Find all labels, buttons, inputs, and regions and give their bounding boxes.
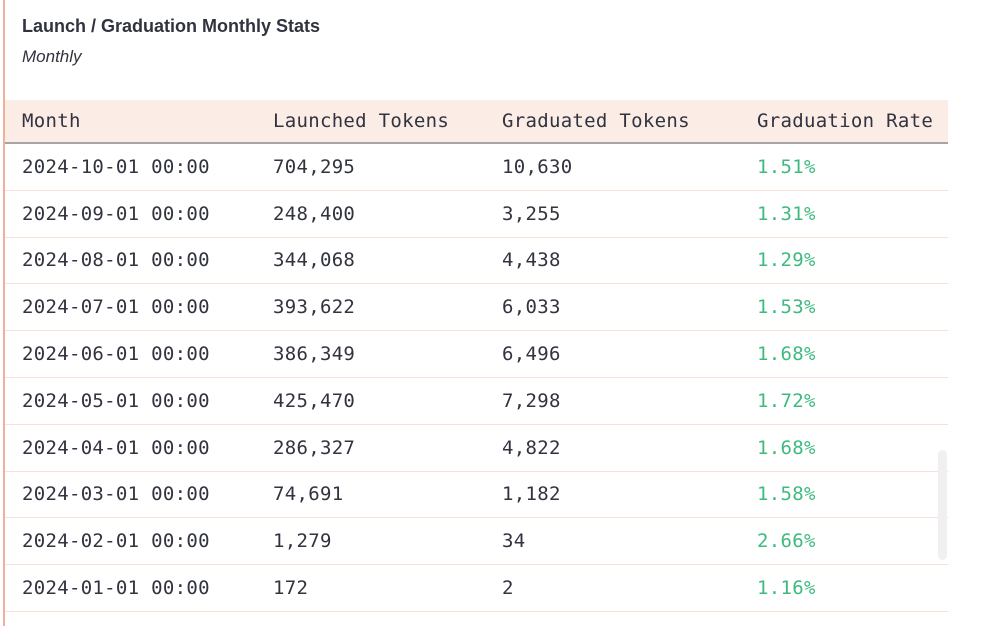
launched-tokens-cell: 425,470 (273, 377, 502, 424)
launched-tokens-cell: 344,068 (273, 237, 502, 284)
column-header-month: Month (5, 100, 273, 143)
graduation-rate-cell: 1.53% (757, 284, 948, 331)
launched-tokens-cell: 74,691 (273, 471, 502, 518)
month-cell: 2024-01-01 00:00 (5, 565, 273, 612)
graduation-rate-cell: 1.68% (757, 331, 948, 378)
graduated-tokens-cell: 4,438 (502, 237, 757, 284)
launched-tokens-cell: 704,295 (273, 143, 502, 190)
table-row: 2024-06-01 00:00386,3496,4961.68% (5, 331, 948, 378)
graduation-rate-cell: 1.58% (757, 471, 948, 518)
table-row: 2024-07-01 00:00393,6226,0331.53% (5, 284, 948, 331)
graduated-tokens-cell: 7,298 (502, 377, 757, 424)
month-cell: 2024-06-01 00:00 (5, 331, 273, 378)
monthly-stats-table: MonthLaunched TokensGraduated TokensGrad… (5, 100, 948, 612)
graduated-tokens-cell: 6,033 (502, 284, 757, 331)
launched-tokens-cell: 393,622 (273, 284, 502, 331)
page-title: Launch / Graduation Monthly Stats (22, 13, 320, 39)
graduation-rate-cell: 1.68% (757, 424, 948, 471)
column-header-launched-tokens: Launched Tokens (273, 100, 502, 143)
month-cell: 2024-02-01 00:00 (5, 518, 273, 565)
month-cell: 2024-10-01 00:00 (5, 143, 273, 190)
column-header-graduated-tokens: Graduated Tokens (502, 100, 757, 143)
panel-header: Launch / Graduation Monthly Stats Monthl… (22, 13, 320, 69)
graduation-rate-cell: 1.51% (757, 143, 948, 190)
graduated-tokens-cell: 10,630 (502, 143, 757, 190)
table-row: 2024-03-01 00:0074,6911,1821.58% (5, 471, 948, 518)
graduation-rate-cell: 1.31% (757, 190, 948, 237)
table-header-row: MonthLaunched TokensGraduated TokensGrad… (5, 100, 948, 143)
graduation-rate-cell: 1.29% (757, 237, 948, 284)
graduated-tokens-cell: 6,496 (502, 331, 757, 378)
table-row: 2024-08-01 00:00344,0684,4381.29% (5, 237, 948, 284)
dashboard-panel: Launch / Graduation Monthly Stats Monthl… (0, 0, 990, 626)
table-row: 2024-02-01 00:001,279342.66% (5, 518, 948, 565)
month-cell: 2024-08-01 00:00 (5, 237, 273, 284)
graduated-tokens-cell: 1,182 (502, 471, 757, 518)
table-row: 2024-10-01 00:00704,29510,6301.51% (5, 143, 948, 190)
table-row: 2024-09-01 00:00248,4003,2551.31% (5, 190, 948, 237)
table-row: 2024-04-01 00:00286,3274,8221.68% (5, 424, 948, 471)
month-cell: 2024-07-01 00:00 (5, 284, 273, 331)
launched-tokens-cell: 1,279 (273, 518, 502, 565)
graduation-rate-cell: 2.66% (757, 518, 948, 565)
graduation-rate-cell: 1.16% (757, 565, 948, 612)
graduated-tokens-cell: 4,822 (502, 424, 757, 471)
graduation-rate-cell: 1.72% (757, 377, 948, 424)
page-subtitle: Monthly (22, 45, 320, 69)
month-cell: 2024-04-01 00:00 (5, 424, 273, 471)
table-row: 2024-05-01 00:00425,4707,2981.72% (5, 377, 948, 424)
launched-tokens-cell: 248,400 (273, 190, 502, 237)
month-cell: 2024-05-01 00:00 (5, 377, 273, 424)
graduated-tokens-cell: 34 (502, 518, 757, 565)
table-row: 2024-01-01 00:0017221.16% (5, 565, 948, 612)
column-header-graduation-rate: Graduation Rate (757, 100, 948, 143)
vertical-scrollbar-thumb[interactable] (938, 450, 947, 560)
month-cell: 2024-09-01 00:00 (5, 190, 273, 237)
launched-tokens-cell: 172 (273, 565, 502, 612)
month-cell: 2024-03-01 00:00 (5, 471, 273, 518)
launched-tokens-cell: 386,349 (273, 331, 502, 378)
graduated-tokens-cell: 3,255 (502, 190, 757, 237)
launched-tokens-cell: 286,327 (273, 424, 502, 471)
graduated-tokens-cell: 2 (502, 565, 757, 612)
